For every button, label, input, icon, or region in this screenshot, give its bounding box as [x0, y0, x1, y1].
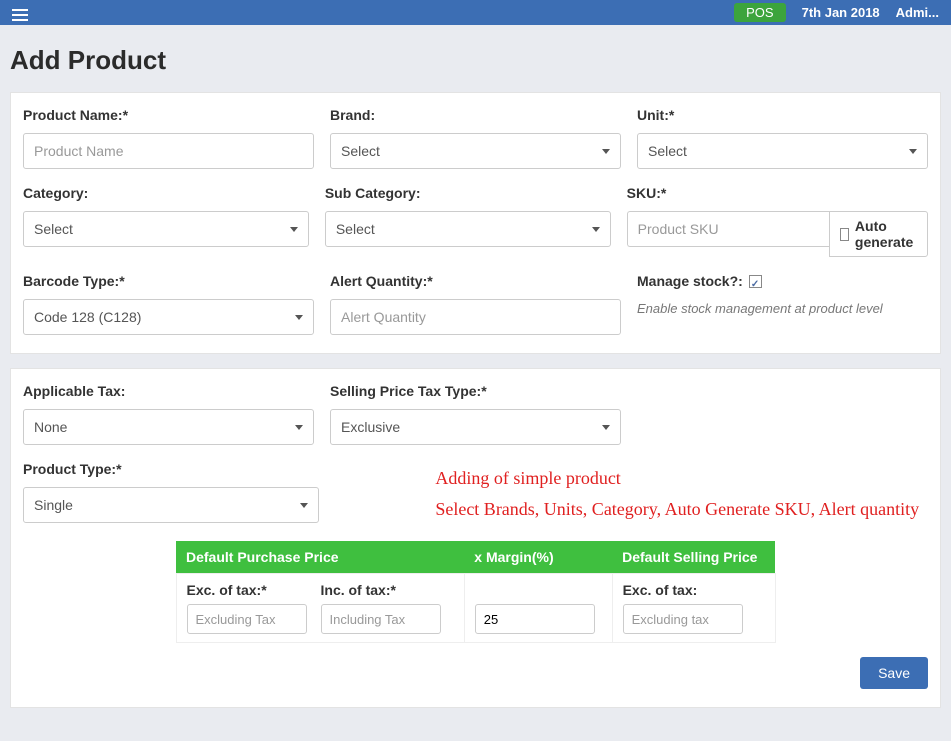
product-name-label: Product Name:*: [23, 107, 314, 123]
category-group: Category: Select: [23, 185, 309, 257]
category-label: Category:: [23, 185, 309, 201]
product-type-group: Product Type:* Single: [23, 461, 319, 523]
header-date: 7th Jan 2018: [802, 5, 880, 20]
applicable-tax-group: Applicable Tax: None: [23, 383, 314, 445]
applicable-tax-label: Applicable Tax:: [23, 383, 314, 399]
sku-group: SKU:* Auto generate: [627, 185, 928, 257]
selling-tax-value: Exclusive: [341, 419, 400, 435]
product-name-group: Product Name:*: [23, 107, 314, 169]
selling-tax-label: Selling Price Tax Type:*: [330, 383, 621, 399]
manage-stock-label: Manage stock?:: [637, 273, 743, 289]
alert-qty-label: Alert Quantity:*: [330, 273, 621, 289]
chevron-down-icon: [295, 315, 303, 320]
table-row: Exc. of tax:* Inc. of tax:*: [176, 574, 775, 643]
margin-input[interactable]: [475, 604, 595, 634]
chevron-down-icon: [909, 149, 917, 154]
pos-button[interactable]: POS: [734, 3, 785, 22]
price-table: Default Purchase Price x Margin(%) Defau…: [176, 541, 776, 643]
brand-select[interactable]: Select: [330, 133, 621, 169]
unit-value: Select: [648, 143, 687, 159]
applicable-tax-value: None: [34, 419, 67, 435]
chevron-down-icon: [602, 425, 610, 430]
chevron-down-icon: [295, 425, 303, 430]
inc-label: Inc. of tax:*: [321, 582, 441, 598]
subcategory-value: Select: [336, 221, 375, 237]
th-dpp: Default Purchase Price: [176, 541, 464, 574]
barcode-group: Barcode Type:* Code 128 (C128): [23, 273, 314, 335]
sku-label: SKU:*: [627, 185, 928, 201]
auto-generate-toggle[interactable]: Auto generate: [829, 211, 928, 257]
unit-select[interactable]: Select: [637, 133, 928, 169]
price-table-wrap: Default Purchase Price x Margin(%) Defau…: [23, 541, 928, 643]
manage-stock-help: Enable stock management at product level: [637, 301, 928, 316]
alert-qty-input[interactable]: [330, 299, 621, 335]
th-dsp: Default Selling Price: [612, 541, 775, 574]
product-type-label: Product Type:*: [23, 461, 319, 477]
annotation-block: Adding of simple product Select Brands, …: [335, 461, 928, 523]
applicable-tax-select[interactable]: None: [23, 409, 314, 445]
sell-exc-label: Exc. of tax:: [623, 582, 765, 598]
brand-value: Select: [341, 143, 380, 159]
manage-stock-checkbox[interactable]: [749, 275, 762, 288]
manage-stock-row[interactable]: Manage stock?:: [637, 273, 928, 289]
category-value: Select: [34, 221, 73, 237]
product-name-input[interactable]: [23, 133, 314, 169]
page: Add Product Product Name:* Brand: Select…: [0, 25, 951, 734]
margin-spacer: [475, 582, 602, 598]
auto-generate-label: Auto generate: [855, 218, 917, 250]
barcode-select[interactable]: Code 128 (C128): [23, 299, 314, 335]
category-select[interactable]: Select: [23, 211, 309, 247]
top-left: [12, 6, 28, 20]
unit-group: Unit:* Select: [637, 107, 928, 169]
top-right: POS 7th Jan 2018 Admi...: [734, 3, 939, 22]
annotation-line1: Adding of simple product: [435, 465, 928, 492]
header-admin[interactable]: Admi...: [896, 5, 939, 20]
page-title: Add Product: [10, 45, 941, 76]
th-margin: x Margin(%): [464, 541, 612, 574]
product-panel: Product Name:* Brand: Select Unit:* Sele…: [10, 92, 941, 354]
exc-label: Exc. of tax:*: [187, 582, 307, 598]
brand-label: Brand:: [330, 107, 621, 123]
annotation-line2: Select Brands, Units, Category, Auto Gen…: [435, 496, 928, 523]
subcategory-group: Sub Category: Select: [325, 185, 611, 257]
sell-exc-input[interactable]: [623, 604, 743, 634]
product-type-value: Single: [34, 497, 73, 513]
barcode-value: Code 128 (C128): [34, 309, 141, 325]
alert-qty-group: Alert Quantity:*: [330, 273, 621, 335]
barcode-label: Barcode Type:*: [23, 273, 314, 289]
inc-tax-input[interactable]: [321, 604, 441, 634]
unit-label: Unit:*: [637, 107, 928, 123]
hamburger-icon[interactable]: [12, 6, 28, 20]
chevron-down-icon: [602, 149, 610, 154]
manage-stock-group: Manage stock?: Enable stock management a…: [637, 273, 928, 335]
selling-tax-select[interactable]: Exclusive: [330, 409, 621, 445]
chevron-down-icon: [592, 227, 600, 232]
product-type-select[interactable]: Single: [23, 487, 319, 523]
spacer-col: [637, 383, 928, 445]
subcategory-label: Sub Category:: [325, 185, 611, 201]
sku-input[interactable]: [627, 211, 829, 247]
top-bar: POS 7th Jan 2018 Admi...: [0, 0, 951, 25]
brand-group: Brand: Select: [330, 107, 621, 169]
save-button[interactable]: Save: [860, 657, 928, 689]
chevron-down-icon: [300, 503, 308, 508]
chevron-down-icon: [290, 227, 298, 232]
selling-tax-group: Selling Price Tax Type:* Exclusive: [330, 383, 621, 445]
subcategory-select[interactable]: Select: [325, 211, 611, 247]
exc-tax-input[interactable]: [187, 604, 307, 634]
checkbox-icon: [840, 228, 849, 241]
pricing-panel: Applicable Tax: None Selling Price Tax T…: [10, 368, 941, 708]
